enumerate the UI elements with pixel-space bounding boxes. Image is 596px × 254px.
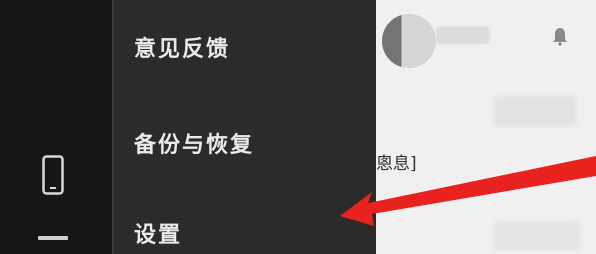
- bell-icon[interactable]: [552, 26, 568, 46]
- menu-item-backup-restore[interactable]: 备份与恢复: [114, 112, 378, 174]
- bell-icon-svg: [553, 28, 567, 46]
- message-snippet: 悤息]: [376, 154, 417, 174]
- hamburger-icon[interactable]: [38, 236, 68, 240]
- menu-item-backup-restore-label: 备份与恢复: [134, 133, 255, 158]
- side-menu: 意见反馈 备份与恢复 设置: [112, 0, 376, 254]
- blurred-content-block: [494, 96, 576, 126]
- menu-item-feedback-label: 意见反馈: [134, 37, 231, 62]
- menu-item-settings[interactable]: 设置: [114, 202, 378, 254]
- menu-item-settings-label: 设置: [134, 223, 183, 248]
- background-page: 悤息]: [376, 0, 596, 254]
- avatar[interactable]: [382, 14, 436, 68]
- menu-item-feedback[interactable]: 意见反馈: [114, 16, 378, 78]
- screen: 意见反馈 备份与恢复 设置 悤息]: [0, 0, 596, 254]
- blurred-name: [436, 26, 490, 44]
- phone-icon[interactable]: [38, 152, 68, 198]
- phone-icon-svg: [42, 155, 64, 195]
- blurred-content-block: [494, 222, 580, 250]
- left-rail: [0, 0, 112, 254]
